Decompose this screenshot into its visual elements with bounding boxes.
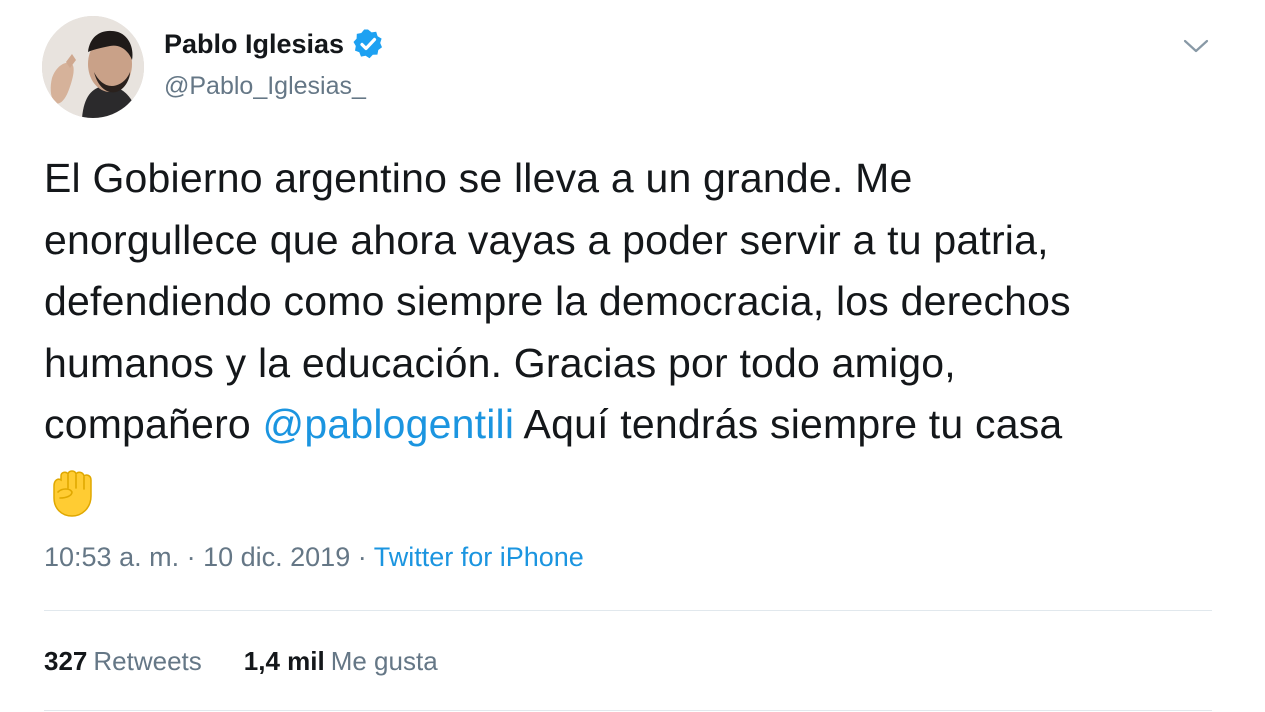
tweet-text-segment: compañero xyxy=(44,401,263,447)
verified-badge-icon xyxy=(352,28,384,60)
chevron-down-icon[interactable] xyxy=(1180,30,1212,62)
divider xyxy=(44,710,1212,711)
meta-separator: · xyxy=(179,542,204,572)
tweet-date[interactable]: 10 dic. 2019 xyxy=(203,542,350,572)
tweet-source-link[interactable]: Twitter for iPhone xyxy=(374,542,584,572)
tweet-text-line: enorgullece que ahora vayas a poder serv… xyxy=(44,216,1049,263)
tweet-text-line: humanos y la educación. Gracias por todo… xyxy=(44,339,956,386)
author-name-row[interactable]: Pablo Iglesias xyxy=(164,28,384,60)
tweet-text: El Gobierno argentino se lleva a un gran… xyxy=(44,148,1224,520)
mention-link[interactable]: @pablogentili xyxy=(263,401,515,447)
tweet-time[interactable]: 10:53 a. m. xyxy=(44,542,179,572)
raised-fist-icon xyxy=(44,462,102,520)
tweet-text-segment: Aquí tendrás siempre tu casa xyxy=(514,401,1063,447)
tweet-text-line: defendiendo como siempre la democracia, … xyxy=(44,278,1071,324)
tweet-text-line: El Gobierno argentino se lleva a un gran… xyxy=(44,155,913,201)
retweets-label: Retweets xyxy=(93,646,202,676)
likes-label: Me gusta xyxy=(330,646,438,676)
author-name[interactable]: Pablo Iglesias xyxy=(164,29,344,60)
meta-separator: · xyxy=(350,542,374,572)
tweet-meta: 10:53 a. m. · 10 dic. 2019 · Twitter for… xyxy=(44,542,584,573)
likes-count: 1,4 mil xyxy=(243,646,325,676)
tweet-card: Pablo Iglesias @Pablo_Iglesias_ El Gobie… xyxy=(0,0,1265,712)
avatar[interactable] xyxy=(42,16,144,118)
tweet-emoji-line xyxy=(44,456,1224,520)
avatar-photo xyxy=(42,16,144,118)
tweet-stats: 327 Retweets 1,4 mil Me gusta xyxy=(44,646,480,677)
divider xyxy=(44,610,1212,611)
tweet-text-line: compañero @pablogentili Aquí tendrás sie… xyxy=(44,394,1224,456)
author-handle[interactable]: @Pablo_Iglesias_ xyxy=(164,72,366,101)
retweets-count: 327 xyxy=(44,646,88,676)
likes-stat[interactable]: 1,4 mil Me gusta xyxy=(244,646,438,677)
retweets-stat[interactable]: 327 Retweets xyxy=(44,646,202,677)
